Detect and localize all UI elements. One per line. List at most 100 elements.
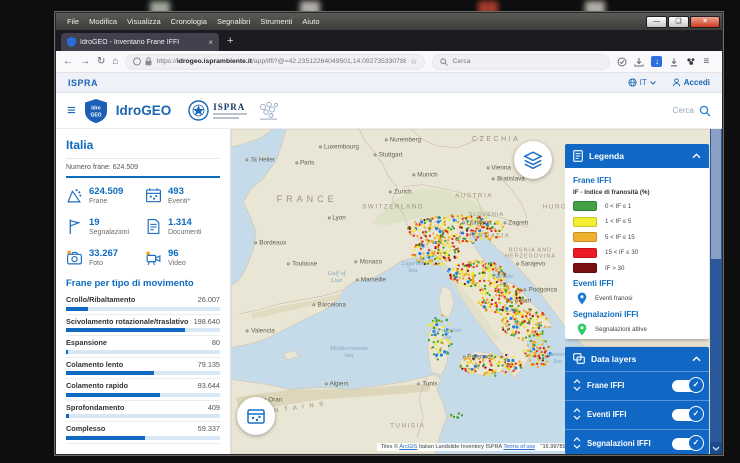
landslide-dot[interactable]	[480, 262, 482, 264]
landslide-dot[interactable]	[444, 224, 446, 226]
landslide-dot[interactable]	[499, 361, 501, 363]
landslide-dot[interactable]	[423, 233, 425, 235]
landslide-dot[interactable]	[497, 273, 499, 275]
landslide-dot[interactable]	[507, 313, 509, 315]
landslide-dot[interactable]	[503, 322, 505, 324]
landslide-dot[interactable]	[415, 224, 417, 226]
landslide-dot[interactable]	[505, 323, 507, 325]
landslide-dot[interactable]	[459, 365, 461, 367]
landslide-dot[interactable]	[496, 311, 498, 313]
stat-tile-eventi[interactable]: 493Eventi*	[145, 187, 220, 209]
landslide-dot[interactable]	[466, 229, 468, 231]
landslide-dot[interactable]	[546, 361, 548, 363]
menu-aiuto[interactable]: Aiuto	[297, 16, 324, 27]
landslide-dot[interactable]	[494, 286, 496, 288]
landslide-dot[interactable]	[461, 368, 463, 370]
landslide-dot[interactable]	[447, 340, 449, 342]
landslide-dot[interactable]	[513, 334, 515, 336]
landslide-dot[interactable]	[479, 233, 481, 235]
landslide-dot[interactable]	[516, 299, 518, 301]
landslide-dot[interactable]	[442, 342, 444, 344]
landslide-dot[interactable]	[459, 277, 461, 279]
landslide-dot[interactable]	[500, 223, 502, 225]
landslide-dot[interactable]	[524, 352, 526, 354]
landslide-dot[interactable]	[462, 240, 464, 242]
landslide-dot[interactable]	[435, 263, 437, 265]
event-marker-dot[interactable]	[443, 350, 447, 354]
landslide-dot[interactable]	[477, 236, 479, 238]
landslide-dot[interactable]	[429, 235, 431, 237]
landslide-dot[interactable]	[446, 319, 448, 321]
landslide-dot[interactable]	[438, 244, 440, 246]
landslide-dot[interactable]	[464, 274, 466, 276]
landslide-dot[interactable]	[546, 355, 548, 357]
landslide-dot[interactable]	[469, 358, 471, 360]
landslide-dot[interactable]	[515, 308, 517, 310]
landslide-dot[interactable]	[492, 357, 494, 359]
sort-arrows-icon[interactable]	[573, 437, 581, 451]
landslide-dot[interactable]	[467, 270, 469, 272]
landslide-dot[interactable]	[493, 277, 495, 279]
landslide-dot[interactable]	[530, 365, 532, 367]
landslide-dot[interactable]	[527, 322, 529, 324]
save-page-icon[interactable]	[634, 57, 644, 67]
search-bar[interactable]: Cerca	[432, 54, 610, 70]
landslide-dot[interactable]	[438, 319, 440, 321]
landslide-dot[interactable]	[478, 300, 480, 302]
landslide-dot[interactable]	[528, 311, 530, 313]
landslide-dot[interactable]	[541, 343, 543, 345]
landslide-dot[interactable]	[468, 266, 470, 268]
event-marker-dot[interactable]	[473, 364, 477, 368]
landslide-dot[interactable]	[444, 220, 446, 222]
landslide-dot[interactable]	[471, 371, 473, 373]
landslide-dot[interactable]	[503, 316, 505, 318]
landslide-dot[interactable]	[501, 282, 503, 284]
landslide-dot[interactable]	[501, 228, 503, 230]
landslide-dot[interactable]	[505, 290, 507, 292]
landslide-dot[interactable]	[502, 329, 504, 331]
landslide-dot[interactable]	[502, 306, 504, 308]
landslide-dot[interactable]	[491, 310, 493, 312]
landslide-dot[interactable]	[482, 269, 484, 271]
idrogeo-logo[interactable]: Idro GEO	[85, 99, 107, 123]
landslide-dot[interactable]	[456, 276, 458, 278]
landslide-dot[interactable]	[490, 364, 492, 366]
landslide-dot[interactable]	[492, 268, 494, 270]
event-marker-dot[interactable]	[548, 351, 552, 355]
landslide-dot[interactable]	[518, 332, 520, 334]
landslide-dot[interactable]	[535, 323, 537, 325]
landslide-dot[interactable]	[520, 367, 522, 369]
landslide-dot[interactable]	[504, 311, 506, 313]
event-marker-dot[interactable]	[436, 220, 440, 224]
landslide-dot[interactable]	[488, 375, 490, 377]
landslide-dot[interactable]	[521, 321, 523, 323]
landslide-dot[interactable]	[536, 346, 538, 348]
landslide-dot[interactable]	[433, 216, 435, 218]
landslide-dot[interactable]	[544, 363, 546, 365]
reload-icon[interactable]: ↻	[97, 57, 105, 67]
landslide-dot[interactable]	[450, 234, 452, 236]
landslide-dot[interactable]	[472, 241, 474, 243]
landslide-dot[interactable]	[478, 358, 480, 360]
landslide-dot[interactable]	[426, 242, 428, 244]
landslide-dot[interactable]	[498, 271, 500, 273]
landslide-dot[interactable]	[505, 363, 507, 365]
landslide-dot[interactable]	[475, 218, 477, 220]
landslide-dot[interactable]	[440, 347, 442, 349]
landslide-dot[interactable]	[489, 369, 491, 371]
landslide-dot[interactable]	[408, 226, 410, 228]
landslide-dot[interactable]	[434, 237, 436, 239]
landslide-dot[interactable]	[513, 311, 515, 313]
landslide-dot[interactable]	[435, 348, 437, 350]
landslide-dot[interactable]	[484, 306, 486, 308]
landslide-dot[interactable]	[494, 223, 496, 225]
landslide-dot[interactable]	[439, 263, 441, 265]
landslide-dot[interactable]	[482, 220, 484, 222]
landslide-dot[interactable]	[538, 355, 540, 357]
landslide-dot[interactable]	[520, 302, 522, 304]
landslide-dot[interactable]	[446, 217, 448, 219]
landslide-dot[interactable]	[491, 369, 493, 371]
landslide-dot[interactable]	[491, 299, 493, 301]
landslide-dot[interactable]	[488, 280, 490, 282]
landslide-dot[interactable]	[483, 222, 485, 224]
